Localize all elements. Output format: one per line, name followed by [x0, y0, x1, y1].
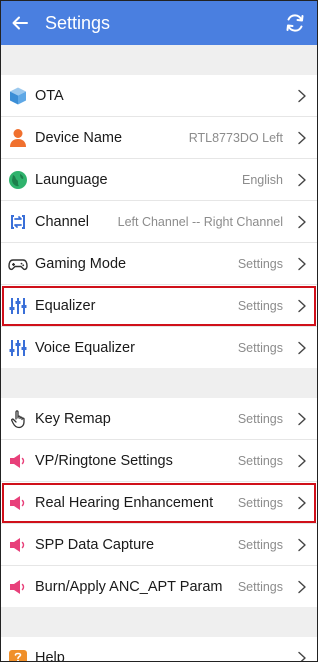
- chevron-right-icon: [295, 89, 309, 103]
- refresh-button[interactable]: [273, 1, 317, 45]
- chevron-right-icon: [295, 131, 309, 145]
- settings-list: OTA Device Name RTL8773DO Left Launguage Eng…: [1, 45, 317, 662]
- row-burn-apply-anc-apt-param[interactable]: Burn/Apply ANC_APT Param Settings: [1, 566, 317, 607]
- help-icon: [8, 648, 28, 661]
- row-label: Channel: [35, 213, 90, 230]
- row-label: VP/Ringtone Settings: [35, 452, 173, 469]
- chevron-right-icon: [295, 215, 309, 229]
- row-gaming-mode[interactable]: Gaming Mode Settings: [1, 243, 317, 285]
- row-channel[interactable]: Channel Left Channel -- Right Channel: [1, 201, 317, 243]
- row-spp-data-capture[interactable]: SPP Data Capture Settings: [1, 524, 317, 566]
- chevron-right-icon: [295, 496, 309, 510]
- speaker-icon: [8, 451, 28, 471]
- row-value: Settings: [237, 495, 283, 510]
- chevron-right-icon: [295, 299, 309, 313]
- chevron-right-icon: [295, 412, 309, 426]
- refresh-icon: [286, 14, 304, 32]
- hand-pointer-icon: [8, 409, 28, 429]
- row-label: Burn/Apply ANC_APT Param: [35, 578, 223, 595]
- row-key-remap[interactable]: Key Remap Settings: [1, 398, 317, 440]
- row-label: Device Name: [35, 129, 123, 146]
- row-voice-equalizer[interactable]: Voice Equalizer Settings: [1, 327, 317, 368]
- row-value: Settings: [237, 256, 283, 271]
- row-label: Launguage: [35, 171, 108, 188]
- row-label: Real Hearing Enhancement: [35, 494, 214, 511]
- row-label: Equalizer: [35, 297, 96, 314]
- row-equalizer[interactable]: Equalizer Settings: [1, 285, 317, 327]
- chevron-right-icon: [295, 454, 309, 468]
- chevron-right-icon: [295, 580, 309, 594]
- globe-icon: [8, 170, 28, 190]
- row-value: Settings: [237, 411, 283, 426]
- settings-group: OTA Device Name RTL8773DO Left Launguage Eng…: [1, 75, 317, 368]
- row-value: Settings: [237, 453, 283, 468]
- row-label: SPP Data Capture: [35, 536, 155, 553]
- equalizer-icon: [8, 338, 28, 358]
- page-title: Settings: [45, 12, 111, 33]
- row-value: Settings: [237, 537, 283, 552]
- settings-group: Key Remap Settings VP/Ringtone Settings Set…: [1, 398, 317, 607]
- section-gap: [1, 45, 317, 75]
- row-value: English: [242, 172, 283, 187]
- speaker-icon: [8, 493, 28, 513]
- row-real-hearing-enhancement[interactable]: Real Hearing Enhancement Settings: [1, 482, 317, 524]
- row-ota[interactable]: OTA: [1, 75, 317, 117]
- row-value: Settings: [237, 579, 283, 594]
- row-label: Help: [35, 649, 65, 662]
- row-value: Left Channel -- Right Channel: [117, 214, 283, 229]
- cube-icon: [8, 86, 28, 106]
- chevron-right-icon: [295, 651, 309, 661]
- speaker-icon: [8, 535, 28, 555]
- gamepad-icon: [8, 254, 28, 274]
- section-gap: [1, 607, 317, 637]
- row-device-name[interactable]: Device Name RTL8773DO Left: [1, 117, 317, 159]
- chevron-right-icon: [295, 341, 309, 355]
- swap-icon: [8, 212, 28, 232]
- back-button[interactable]: [1, 1, 39, 45]
- chevron-right-icon: [295, 538, 309, 552]
- chevron-right-icon: [295, 257, 309, 271]
- row-label: Voice Equalizer: [35, 339, 135, 356]
- chevron-right-icon: [295, 173, 309, 187]
- speaker-icon: [8, 577, 28, 597]
- person-icon: [8, 128, 28, 148]
- row-label: Key Remap: [35, 410, 111, 427]
- settings-screen: Settings OTA Device Name RTL8773DO Left Lau…: [0, 0, 318, 662]
- section-gap: [1, 368, 317, 398]
- row-value: Settings: [237, 298, 283, 313]
- back-arrow-icon: [12, 16, 28, 30]
- row-value: Settings: [237, 340, 283, 355]
- row-label: OTA: [35, 87, 64, 104]
- equalizer-icon: [8, 296, 28, 316]
- row-vp-ringtone-settings[interactable]: VP/Ringtone Settings Settings: [1, 440, 317, 482]
- row-language[interactable]: Launguage English: [1, 159, 317, 201]
- row-help[interactable]: Help: [1, 637, 317, 662]
- row-value: RTL8773DO Left: [188, 130, 283, 145]
- row-label: Gaming Mode: [35, 255, 127, 272]
- app-header: Settings: [1, 1, 317, 45]
- settings-group: Help: [1, 637, 317, 662]
